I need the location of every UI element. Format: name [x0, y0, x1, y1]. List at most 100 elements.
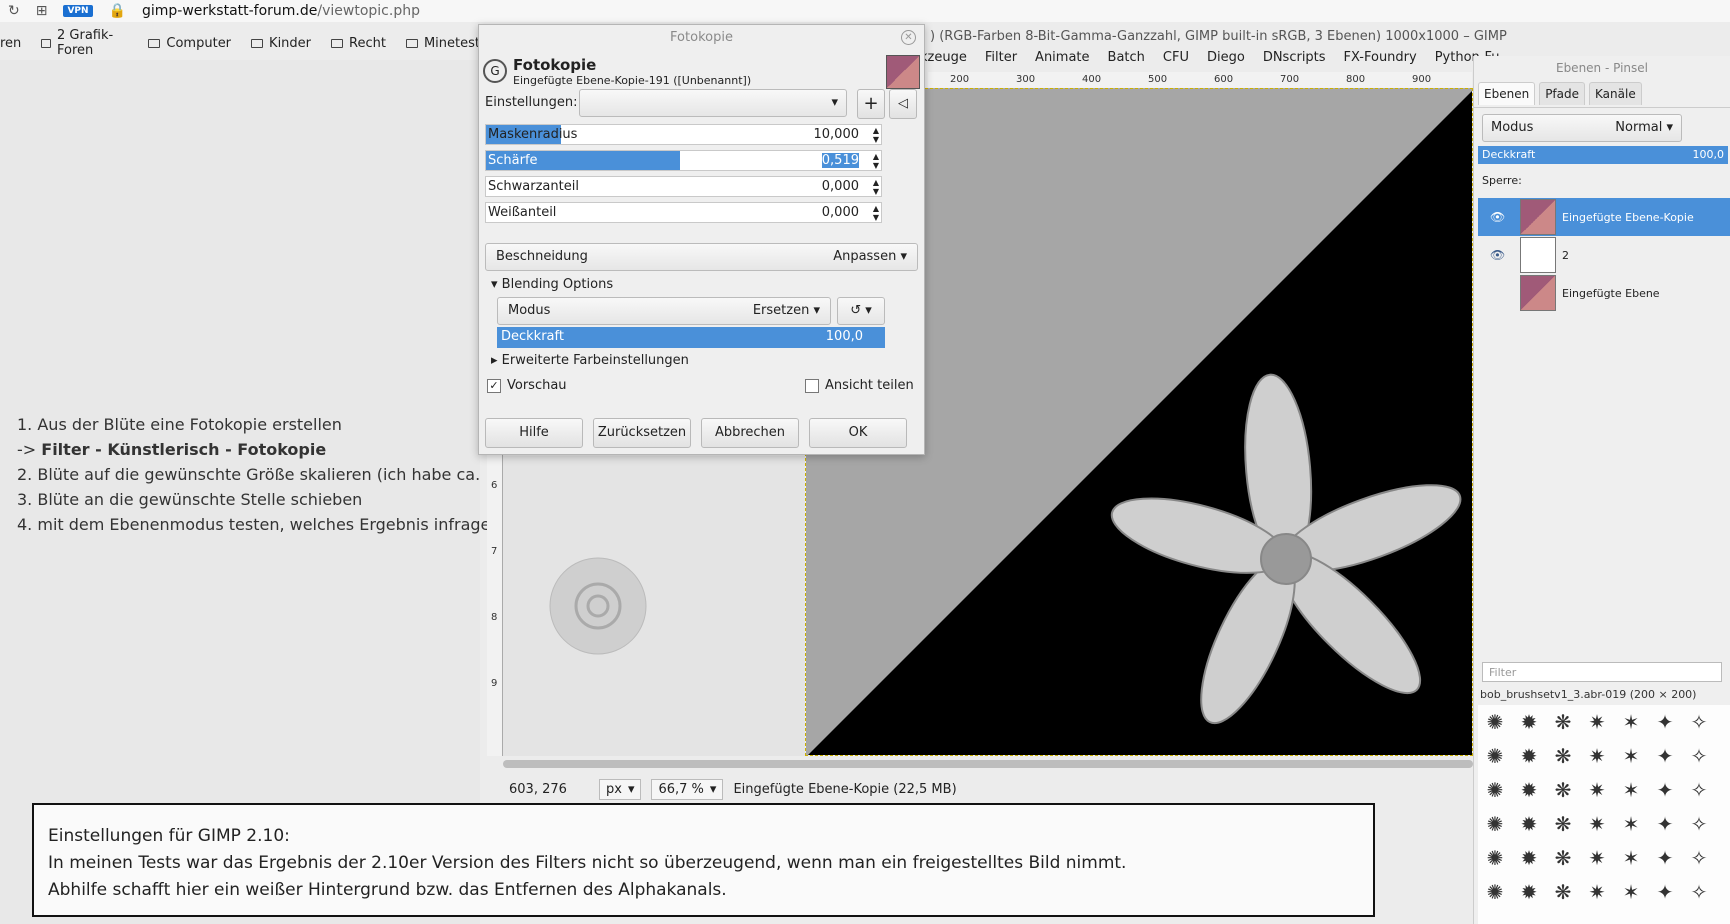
brush-swatch[interactable]: ✶	[1614, 807, 1648, 841]
horizontal-scrollbar[interactable]	[503, 760, 1473, 768]
layer-row[interactable]: Eingefügte Ebene	[1478, 274, 1730, 312]
menu-item[interactable]: Animate	[1035, 50, 1089, 72]
brush-swatch[interactable]: ✧	[1682, 705, 1716, 739]
blend-mode-select[interactable]: Modus Ersetzen ▾	[497, 297, 831, 325]
help-button[interactable]: Hilfe	[485, 418, 583, 448]
clipping-select[interactable]: Beschneidung Anpassen ▾	[485, 243, 918, 271]
brush-swatch[interactable]: ✶	[1614, 875, 1648, 909]
layer-row[interactable]: 👁 Eingefügte Ebene-Kopie	[1478, 198, 1730, 236]
url-bar[interactable]: gimp-werkstatt-forum.de/viewtopic.php	[142, 3, 420, 19]
menu-item[interactable]: FX-Foundry	[1344, 50, 1417, 72]
brush-swatch[interactable]: ✺	[1478, 739, 1512, 773]
ruler-label: 7	[491, 546, 498, 557]
spin-icon[interactable]: ▲ ▼	[873, 152, 879, 170]
brush-swatch[interactable]: ✺	[1478, 807, 1512, 841]
menu-item[interactable]: Filter	[985, 50, 1017, 72]
bookmark-item[interactable]: ren	[0, 36, 21, 51]
layer-row[interactable]: 👁 2	[1478, 236, 1730, 274]
eye-icon[interactable]: 👁	[1490, 210, 1505, 224]
zoom-select[interactable]: 66,7 % ▾	[651, 778, 724, 800]
brush-swatch[interactable]: ✶	[1614, 705, 1648, 739]
brush-swatch[interactable]: ❋	[1546, 773, 1580, 807]
split-view-checkbox[interactable]: Ansicht teilen	[805, 378, 914, 393]
eye-icon[interactable]: 👁	[1490, 248, 1505, 262]
brush-swatch[interactable]: ✹	[1512, 705, 1546, 739]
brush-swatch[interactable]: ✦	[1648, 773, 1682, 807]
layer-opacity-slider[interactable]: Deckkraft 100,0	[1478, 146, 1728, 164]
tab-layers[interactable]: Ebenen	[1478, 82, 1536, 105]
brush-filter-input[interactable]: Filter	[1482, 662, 1722, 682]
brush-swatch[interactable]: ✦	[1648, 705, 1682, 739]
brush-swatch[interactable]: ✧	[1682, 807, 1716, 841]
reload-icon[interactable]: ↻	[8, 3, 20, 19]
brush-swatch[interactable]: ✹	[1512, 739, 1546, 773]
brush-swatch[interactable]: ✷	[1580, 807, 1614, 841]
brush-swatch[interactable]: ✶	[1614, 773, 1648, 807]
tab-channels[interactable]: Kanäle	[1589, 82, 1642, 105]
menu-item[interactable]: Diego	[1207, 50, 1245, 72]
brush-swatch[interactable]: ✦	[1648, 807, 1682, 841]
composite-mode-icon[interactable]: ↺ ▾	[837, 297, 885, 325]
brush-swatch[interactable]: ✶	[1614, 841, 1648, 875]
brush-swatch[interactable]: ✶	[1614, 739, 1648, 773]
preview-checkbox[interactable]: ✓ Vorschau	[487, 378, 567, 393]
brush-swatch[interactable]: ✺	[1478, 875, 1512, 909]
brush-name: bob_brushsetv1_3.abr-019 (200 × 200)	[1480, 688, 1697, 701]
weissanteil-slider[interactable]: Weißanteil 0,000 ▲ ▼	[485, 202, 882, 223]
brush-swatch[interactable]: ✷	[1580, 841, 1614, 875]
brush-swatch[interactable]: ✺	[1478, 773, 1512, 807]
layer-mode-select[interactable]: Modus Normal ▾	[1482, 114, 1682, 142]
apps-icon[interactable]: ⊞	[36, 3, 48, 19]
spin-icon[interactable]: ▲ ▼	[873, 126, 879, 144]
brush-swatch[interactable]: ❋	[1546, 841, 1580, 875]
unit-select[interactable]: px ▾	[599, 778, 642, 800]
presets-select[interactable]: ▾	[579, 89, 847, 117]
cancel-button[interactable]: Abbrechen	[701, 418, 799, 448]
schwarzanteil-slider[interactable]: Schwarzanteil 0,000 ▲ ▼	[485, 176, 882, 197]
brush-swatch[interactable]: ✺	[1478, 705, 1512, 739]
brush-swatch[interactable]: ✷	[1580, 705, 1614, 739]
blend-opacity-slider[interactable]: Deckkraft 100,0	[497, 327, 885, 348]
brush-swatch[interactable]: ❋	[1546, 807, 1580, 841]
brush-swatch[interactable]: ✧	[1682, 739, 1716, 773]
brush-swatch[interactable]: ✧	[1682, 875, 1716, 909]
preset-menu-icon[interactable]: ◁	[889, 89, 917, 119]
bookmark-item[interactable]: Minetest	[405, 36, 480, 51]
vpn-badge[interactable]: VPN	[63, 5, 93, 17]
tab-paths[interactable]: Pfade	[1539, 82, 1586, 105]
brush-swatch[interactable]: ❋	[1546, 739, 1580, 773]
close-icon[interactable]: ✕	[901, 30, 916, 45]
bookmark-item[interactable]: Recht	[331, 36, 386, 51]
brush-swatch[interactable]: ✧	[1682, 841, 1716, 875]
add-preset-button[interactable]: +	[857, 89, 885, 119]
brush-swatch[interactable]: ✺	[1478, 841, 1512, 875]
bookmark-item[interactable]: Computer	[148, 36, 231, 51]
menu-item[interactable]: CFU	[1163, 50, 1189, 72]
menu-item[interactable]: Batch	[1108, 50, 1145, 72]
reset-button[interactable]: Zurücksetzen	[593, 418, 691, 448]
menu-item[interactable]: kzeuge	[920, 50, 967, 72]
bookmark-item[interactable]: 2 Grafik-Foren	[41, 28, 128, 58]
maskenradius-slider[interactable]: Maskenradius 10,000 ▲ ▼	[485, 124, 882, 145]
spin-icon[interactable]: ▲ ▼	[873, 178, 879, 196]
brush-swatch[interactable]: ❋	[1546, 875, 1580, 909]
brush-swatch[interactable]: ❋	[1546, 705, 1580, 739]
schaerfe-slider[interactable]: Schärfe 0,519 ▲ ▼	[485, 150, 882, 171]
advanced-color-expander[interactable]: ▸ Erweiterte Farbeinstellungen	[491, 353, 689, 368]
brush-swatch[interactable]: ✹	[1512, 841, 1546, 875]
brush-swatch[interactable]: ✷	[1580, 739, 1614, 773]
blending-expander[interactable]: ▾ Blending Options	[491, 277, 613, 292]
brush-swatch[interactable]: ✧	[1682, 773, 1716, 807]
brush-swatch[interactable]: ✦	[1648, 841, 1682, 875]
menu-item[interactable]: DNscripts	[1263, 50, 1326, 72]
brush-swatch[interactable]: ✹	[1512, 875, 1546, 909]
brush-swatch[interactable]: ✷	[1580, 875, 1614, 909]
brush-swatch[interactable]: ✦	[1648, 739, 1682, 773]
brush-swatch[interactable]: ✷	[1580, 773, 1614, 807]
brush-swatch[interactable]: ✹	[1512, 773, 1546, 807]
ok-button[interactable]: OK	[809, 418, 907, 448]
spin-icon[interactable]: ▲ ▼	[873, 204, 879, 222]
brush-swatch[interactable]: ✹	[1512, 807, 1546, 841]
brush-swatch[interactable]: ✦	[1648, 875, 1682, 909]
bookmark-item[interactable]: Kinder	[251, 36, 311, 51]
